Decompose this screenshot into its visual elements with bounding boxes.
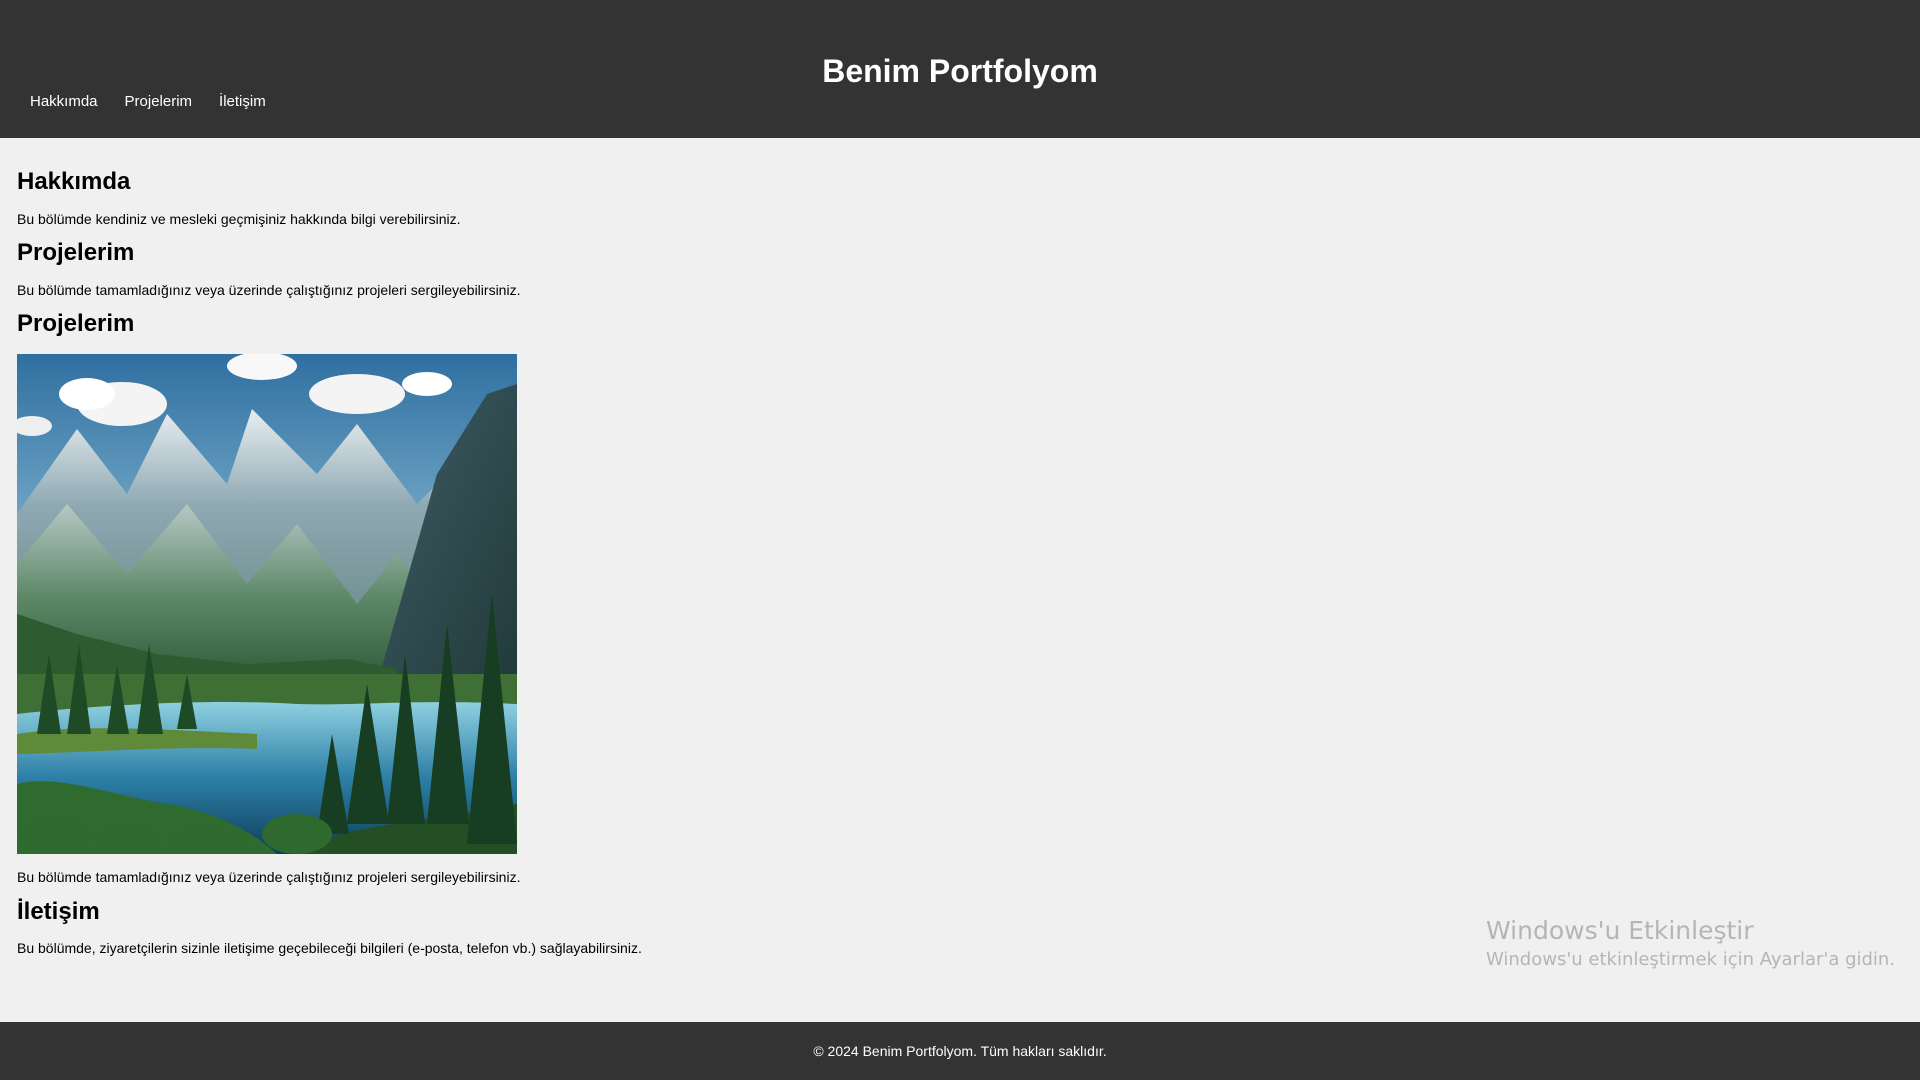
site-footer: © 2024 Benim Portfolyom. Tüm hakları sak… — [0, 1022, 1920, 1080]
nav-link-contact[interactable]: İletişim — [219, 91, 266, 113]
watermark-subtitle: Windows'u etkinleştirmek için Ayarlar'a … — [1486, 949, 1896, 970]
about-text: Bu bölümde kendiniz ve mesleki geçmişini… — [17, 211, 461, 227]
projects-gallery-text: Bu bölümde tamamladığınız veya üzerinde … — [17, 869, 521, 885]
site-header: Benim Portfolyom Hakkımda Projelerim İle… — [0, 0, 1920, 138]
main-nav: Hakkımda Projelerim İletişim — [30, 91, 293, 113]
mountain-lake-landscape-icon — [17, 354, 517, 854]
contact-heading: İletişim — [17, 898, 100, 925]
about-heading: Hakkımda — [17, 168, 131, 195]
project-image — [17, 354, 517, 854]
contact-text: Bu bölümde, ziyaretçilerin sizinle ileti… — [17, 940, 642, 956]
nav-link-about[interactable]: Hakkımda — [30, 91, 98, 113]
footer-copyright: © 2024 Benim Portfolyom. Tüm hakları sak… — [813, 1043, 1107, 1059]
site-title: Benim Portfolyom — [822, 53, 1098, 90]
watermark-title: Windows'u Etkinleştir — [1486, 916, 1754, 945]
projects-heading: Projelerim — [17, 239, 135, 266]
projects-text: Bu bölümde tamamladığınız veya üzerinde … — [17, 282, 521, 298]
nav-link-projects[interactable]: Projelerim — [125, 91, 193, 113]
projects-gallery-heading: Projelerim — [17, 310, 135, 337]
windows-activation-watermark: Windows'u Etkinleştir Windows'u etkinleş… — [1486, 915, 1895, 972]
